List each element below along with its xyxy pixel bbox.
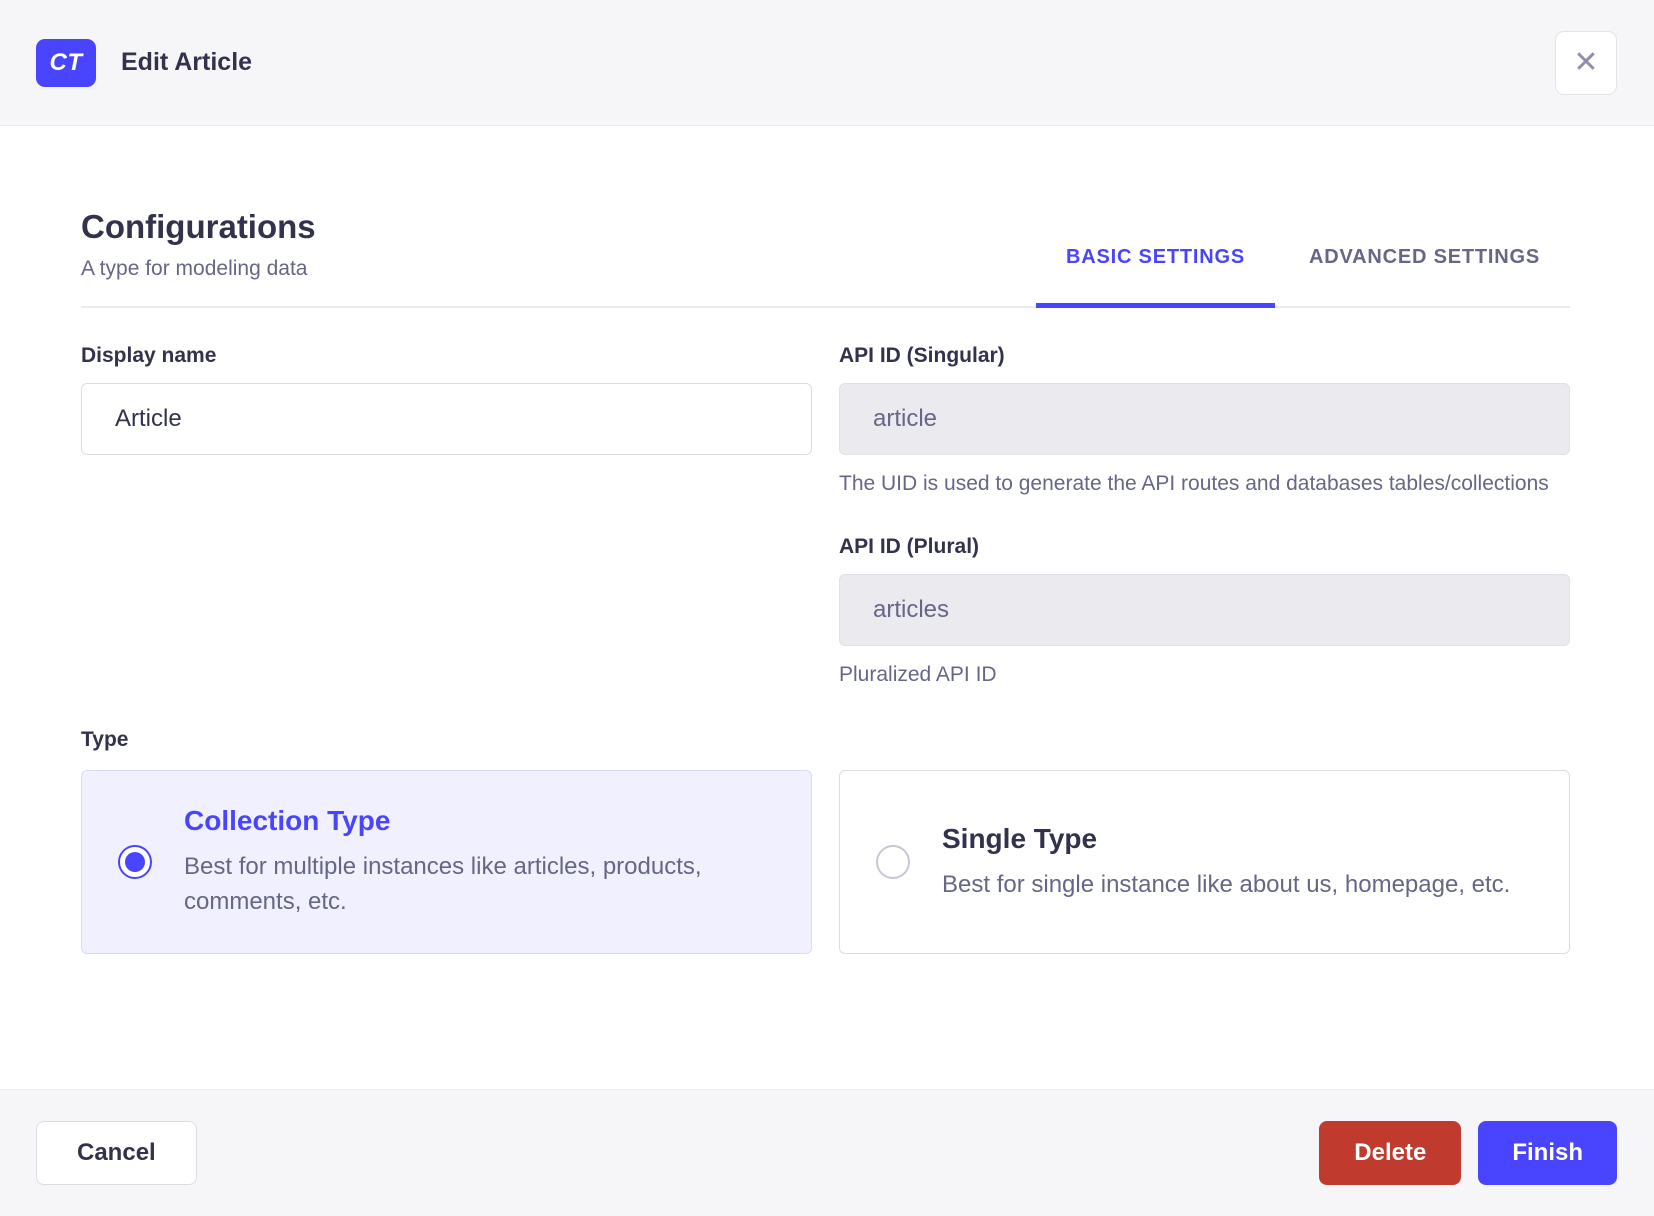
page-title: Configurations xyxy=(81,208,316,245)
api-id-plural-hint: Pluralized API ID xyxy=(839,663,997,686)
radio-unselected-icon[interactable] xyxy=(876,845,910,879)
single-type-description: Best for single instance like about us, … xyxy=(942,870,1511,898)
finish-button[interactable]: Finish xyxy=(1478,1121,1617,1185)
api-id-plural-input xyxy=(839,574,1570,646)
page-subtitle: A type for modeling data xyxy=(81,257,308,280)
single-type-option[interactable]: Single Type Best for single instance lik… xyxy=(839,770,1570,954)
api-id-singular-field: API ID (Singular) The UID is used to gen… xyxy=(839,344,1570,499)
tab-advanced-settings[interactable]: ADVANCED SETTINGS xyxy=(1279,246,1570,306)
single-type-title: Single Type xyxy=(942,822,1098,854)
settings-tabs: BASIC SETTINGS ADVANCED SETTINGS xyxy=(1035,246,1570,308)
collection-type-title: Collection Type xyxy=(184,805,391,836)
delete-button[interactable]: Delete xyxy=(1319,1121,1462,1185)
modal-title: Edit Article xyxy=(121,48,253,76)
collection-type-description: Best for multiple instances like article… xyxy=(184,853,702,915)
configuration-form: Display name API ID (Singular) The UID i… xyxy=(81,344,1570,954)
api-id-singular-hint: The UID is used to generate the API rout… xyxy=(839,472,1549,495)
type-label-text: Type xyxy=(81,728,129,751)
collection-type-option[interactable]: Collection Type Best for multiple instan… xyxy=(81,770,812,954)
display-name-input[interactable] xyxy=(81,383,812,455)
single-type-texts: Single Type Best for single instance lik… xyxy=(942,823,1510,902)
close-button[interactable]: ✕ xyxy=(1555,30,1617,95)
type-section-label: Type xyxy=(81,728,1570,752)
display-name-field: Display name xyxy=(81,344,812,690)
collection-type-texts: Collection Type Best for multiple instan… xyxy=(184,805,775,919)
api-id-fields: API ID (Singular) The UID is used to gen… xyxy=(839,344,1570,690)
config-header: Configurations A type for modeling data … xyxy=(81,208,1570,308)
modal-footer: Cancel Delete Finish xyxy=(0,1089,1654,1216)
modal-header: CT Edit Article ✕ xyxy=(0,0,1654,126)
content-type-badge-icon: CT xyxy=(36,38,96,87)
modal-body: Configurations A type for modeling data … xyxy=(0,126,1654,1089)
edit-content-type-modal: CT Edit Article ✕ Configurations A type … xyxy=(0,0,1654,1216)
tab-basic-settings[interactable]: BASIC SETTINGS xyxy=(1035,246,1275,308)
cancel-button[interactable]: Cancel xyxy=(36,1121,197,1185)
api-id-plural-field: API ID (Plural) Pluralized API ID xyxy=(839,535,1570,690)
close-icon: ✕ xyxy=(1573,45,1599,79)
api-id-singular-input xyxy=(839,383,1570,455)
api-id-singular-label: API ID (Singular) xyxy=(839,344,1005,367)
radio-selected-icon[interactable] xyxy=(118,845,152,879)
display-name-label: Display name xyxy=(81,344,217,367)
api-id-plural-label: API ID (Plural) xyxy=(839,535,980,558)
config-titles: Configurations A type for modeling data xyxy=(81,208,316,306)
